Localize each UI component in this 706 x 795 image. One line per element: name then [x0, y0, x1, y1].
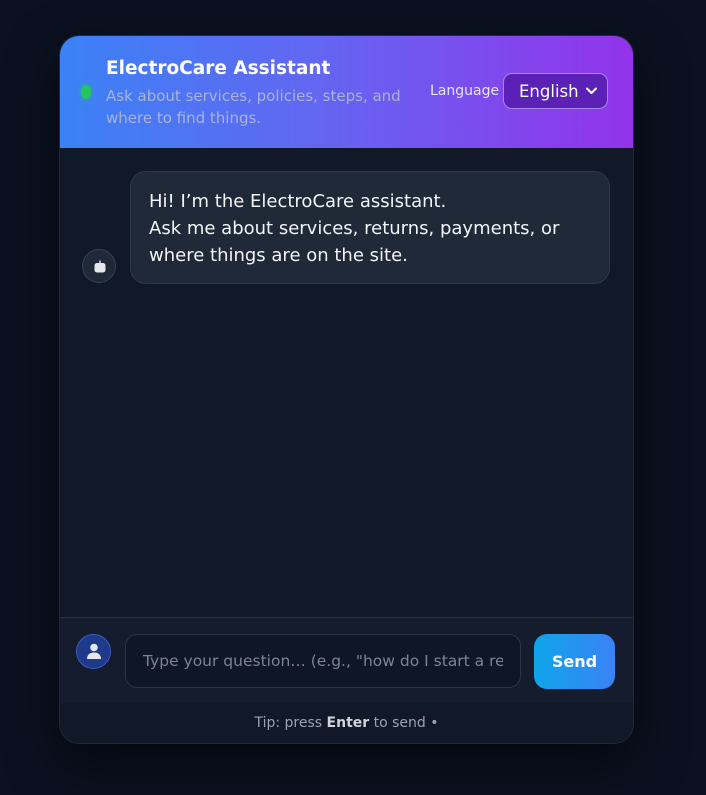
chevron-down-icon — [586, 87, 597, 94]
assistant-subtitle: Ask about services, policies, steps, and… — [106, 87, 401, 127]
language-label: Language — [430, 83, 500, 99]
user-icon — [87, 643, 101, 659]
user-avatar — [76, 634, 111, 669]
tip-key: Enter — [326, 715, 370, 731]
assistant-title: ElectroCare Assistant — [106, 58, 331, 79]
question-input[interactable] — [125, 634, 521, 688]
message-text-line: where things are on the site. — [149, 245, 408, 266]
chat-header: ElectroCare Assistant Ask about services… — [60, 36, 633, 148]
message-text-line: Ask me about services, returns, payments… — [149, 218, 560, 239]
bot-message-bubble: Hi! I’m the ElectroCare assistant. Ask m… — [130, 171, 610, 284]
footer-tip: Tip: press Enter to send • — [60, 703, 633, 743]
message-list[interactable]: Hi! I’m the ElectroCare assistant. Ask m… — [60, 148, 633, 617]
message-text-line: Hi! I’m the ElectroCare assistant. — [149, 191, 447, 212]
language-selected-value: English — [519, 82, 579, 101]
language-select[interactable]: English — [503, 73, 608, 109]
chat-window: ElectroCare Assistant Ask about services… — [59, 35, 634, 744]
bot-avatar — [82, 249, 116, 283]
online-status-indicator — [81, 85, 91, 99]
message-composer: Send — [60, 617, 633, 703]
tip-suffix: to send • — [373, 715, 439, 731]
tip-prefix: Tip: press — [254, 715, 323, 731]
robot-icon — [94, 260, 106, 273]
send-button[interactable]: Send — [534, 634, 615, 689]
